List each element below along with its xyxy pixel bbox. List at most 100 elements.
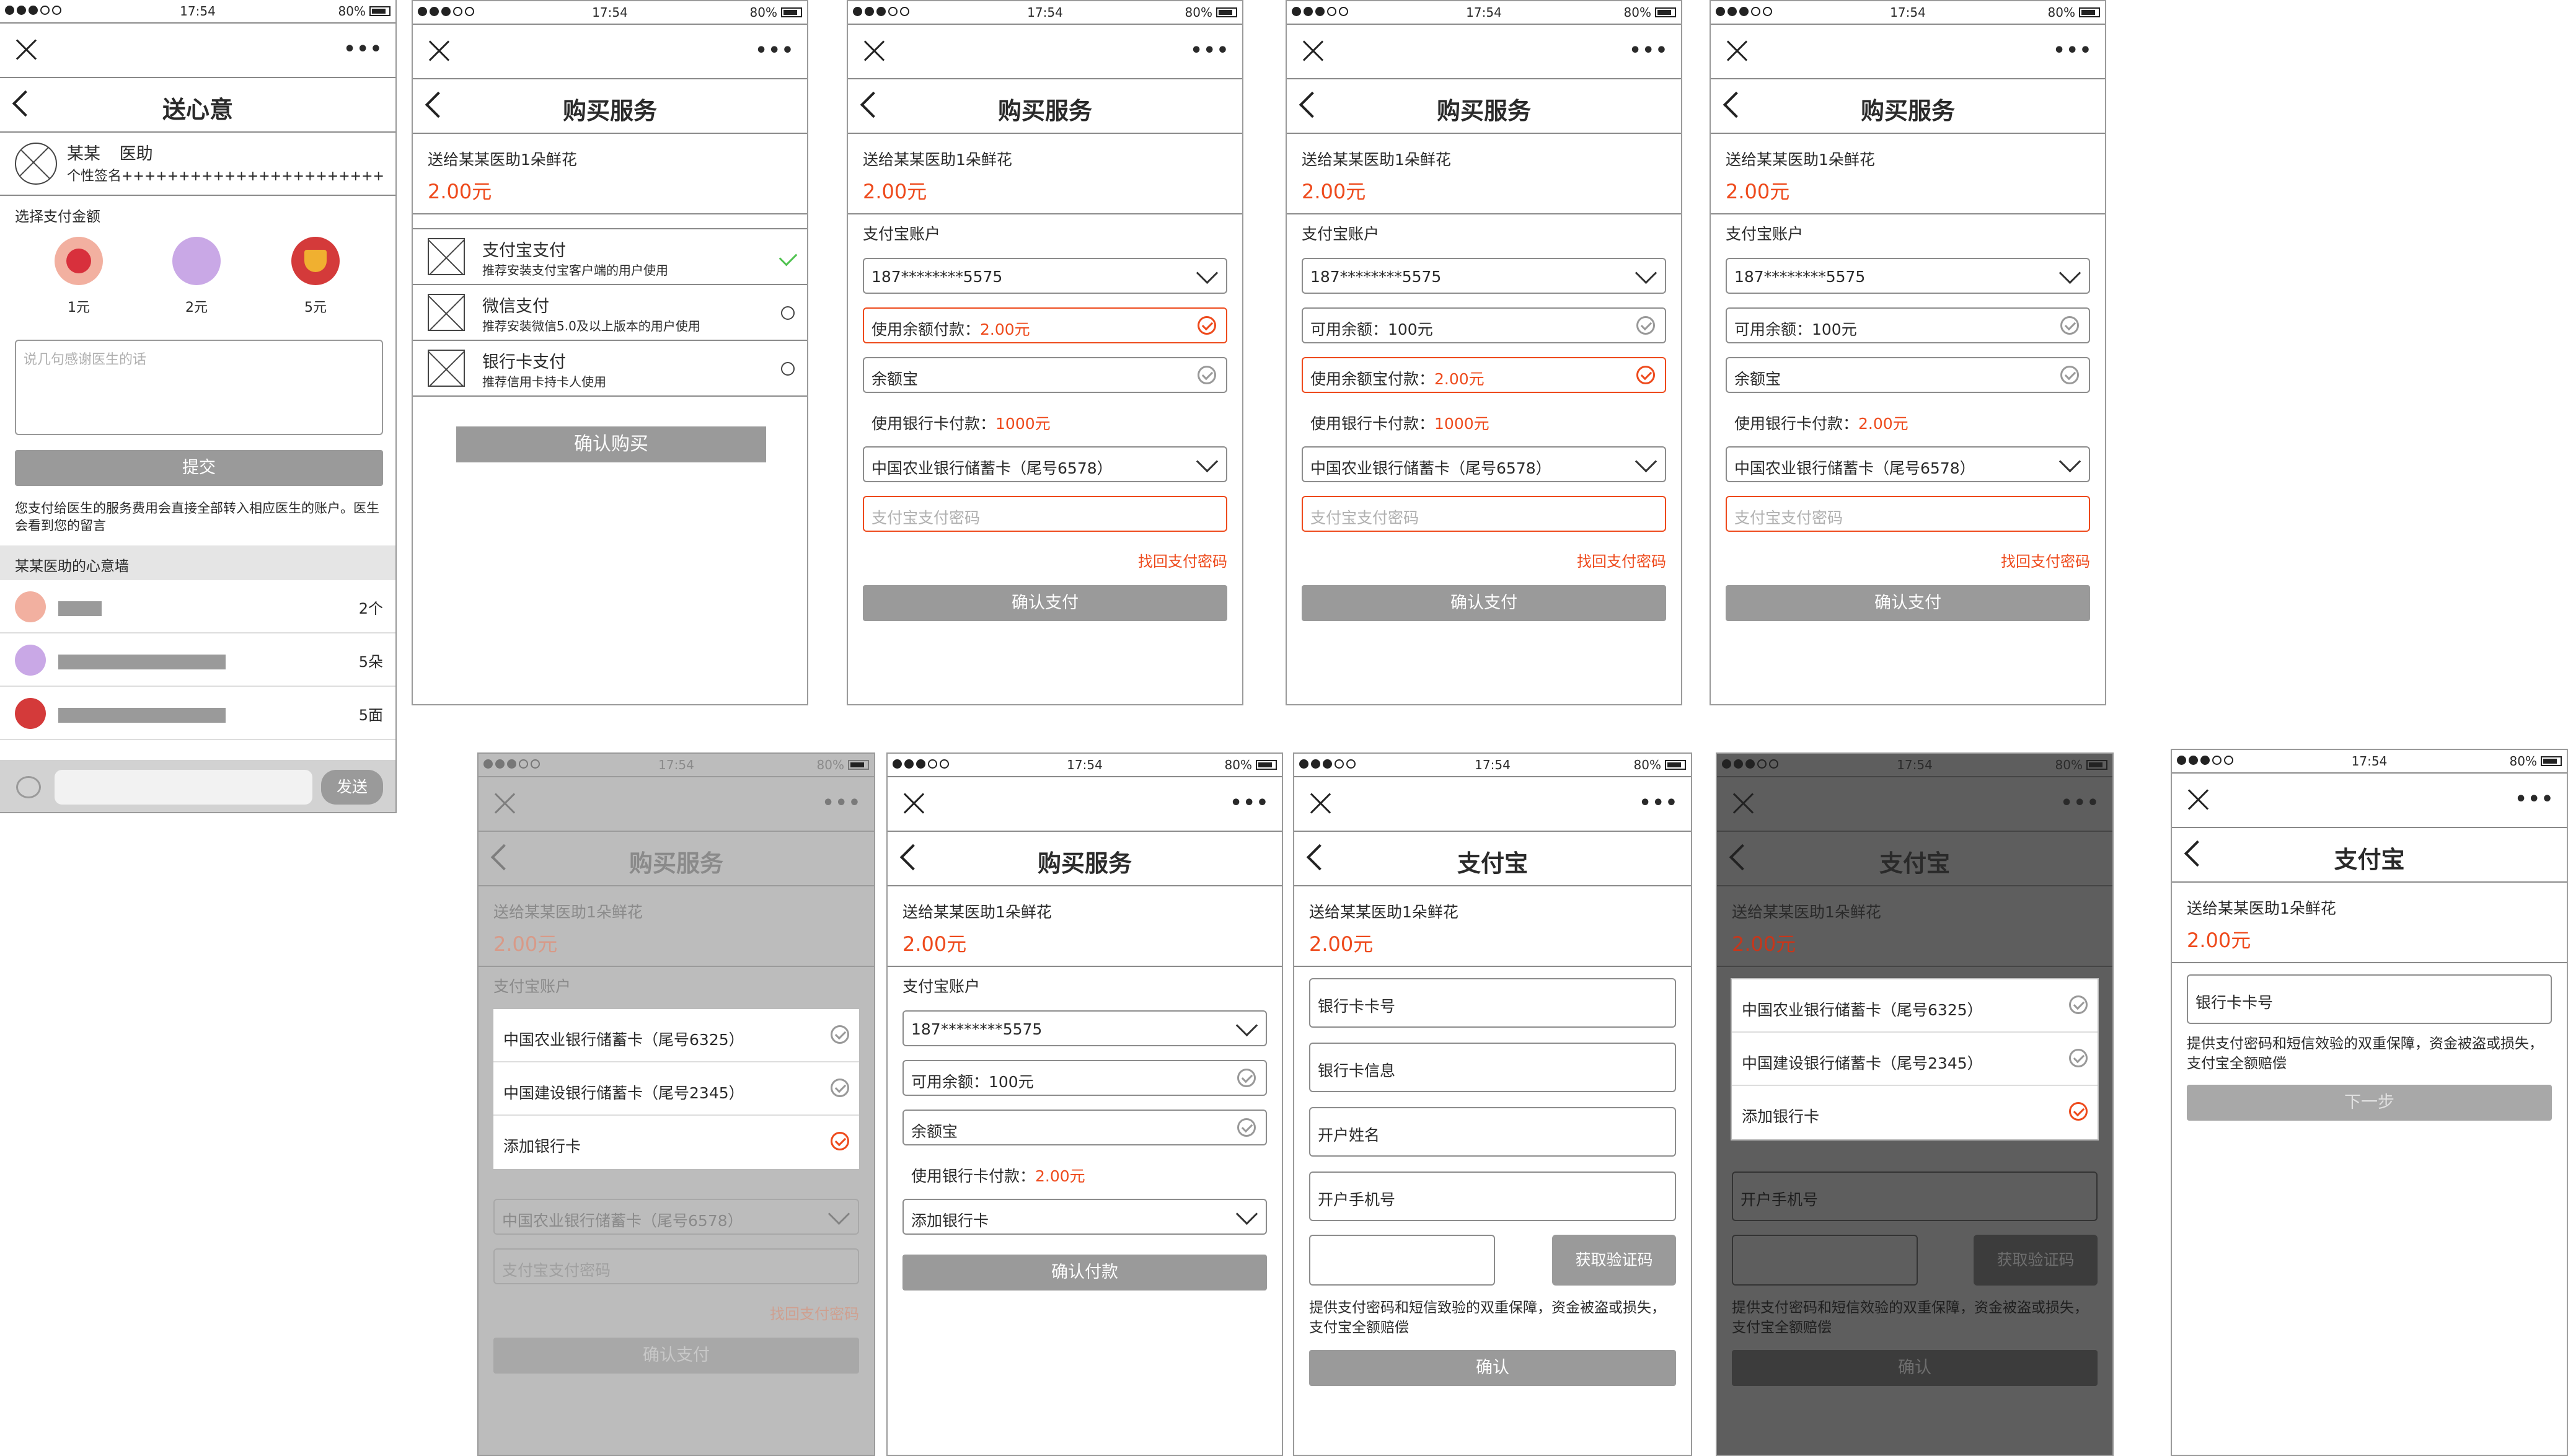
- more-icon[interactable]: •••: [755, 42, 795, 60]
- close-icon[interactable]: [1309, 792, 1331, 814]
- radio-icon[interactable]: [781, 306, 795, 320]
- yuebao-option[interactable]: 余额宝: [902, 1110, 1267, 1145]
- close-icon[interactable]: [493, 792, 516, 814]
- confirm-pay-button[interactable]: 确认支付: [493, 1338, 859, 1374]
- close-icon[interactable]: [1302, 40, 1324, 62]
- balance-option[interactable]: 可用余额：100元: [1302, 307, 1666, 343]
- phone-field[interactable]: 开户手机号: [1732, 1171, 2098, 1221]
- close-icon[interactable]: [1726, 40, 1748, 62]
- card-select[interactable]: 中国农业银行储蓄卡（尾号6578）: [1726, 446, 2090, 482]
- radio-icon[interactable]: [781, 362, 795, 376]
- card-option-label: 中国农业银行储蓄卡（尾号6325）: [503, 1031, 744, 1049]
- order-line: 送给某某医助1朵鲜花: [1732, 903, 1881, 921]
- account-select[interactable]: 187********5575: [1726, 258, 2090, 294]
- gift-option-1[interactable]: 1元: [55, 237, 103, 315]
- chevron-down-icon: [2058, 450, 2081, 473]
- card-option-label: 中国建设银行储蓄卡（尾号2345）: [503, 1084, 744, 1102]
- more-icon[interactable]: •••: [1190, 42, 1230, 60]
- card-number-field[interactable]: 银行卡卡号: [2187, 974, 2552, 1024]
- method-bankcard[interactable]: 银行卡支付 推荐信用卡持卡人使用: [413, 341, 807, 397]
- close-icon[interactable]: [902, 792, 925, 814]
- confirm-button[interactable]: 确认: [1309, 1350, 1676, 1386]
- more-icon[interactable]: •••: [2060, 794, 2100, 813]
- method-alipay[interactable]: 支付宝支付 推荐安装支付宝客户端的用户使用: [413, 229, 807, 285]
- password-input[interactable]: 支付宝支付密码: [1726, 496, 2090, 532]
- gift-option-3[interactable]: 5元: [291, 237, 340, 315]
- card-number-field[interactable]: 银行卡卡号: [1309, 978, 1676, 1028]
- password-input[interactable]: 支付宝支付密码: [863, 496, 1227, 532]
- status-time: 17:54: [1475, 757, 1511, 772]
- code-input[interactable]: [1309, 1235, 1495, 1286]
- more-icon[interactable]: •••: [2515, 790, 2554, 809]
- yuebao-option[interactable]: 余额宝: [863, 357, 1227, 393]
- card-popup: 中国农业银行储蓄卡（尾号6325） 中国建设银行储蓄卡（尾号2345） 添加银行…: [1731, 978, 2099, 1141]
- phone-field[interactable]: 开户手机号: [1309, 1171, 1676, 1221]
- card-select[interactable]: 中国农业银行储蓄卡（尾号6578）: [493, 1199, 859, 1235]
- forgot-password-link[interactable]: 找回支付密码: [1138, 549, 1227, 571]
- confirm-pay-button[interactable]: 确认支付: [1302, 585, 1666, 621]
- forgot-password-link[interactable]: 找回支付密码: [770, 1302, 859, 1323]
- balance-option[interactable]: 可用余额：100元: [902, 1060, 1267, 1096]
- submit-button[interactable]: 提交: [15, 450, 383, 486]
- title-bar: 支付宝: [1294, 831, 1691, 886]
- card-option[interactable]: 添加银行卡: [493, 1116, 859, 1169]
- screen-alipay-choose-card: 17:54 80% ••• 支付宝 送给某某医助1朵鲜花 2.00元 中国农业银行…: [1716, 752, 2114, 1456]
- method-name: 支付宝支付: [482, 241, 566, 260]
- message-input[interactable]: 说几句感谢医生的话: [15, 340, 383, 435]
- get-code-button[interactable]: 获取验证码: [1552, 1235, 1676, 1286]
- confirm-payment-button[interactable]: 确认付款: [902, 1255, 1267, 1291]
- send-button[interactable]: 发送: [321, 770, 383, 805]
- confirm-button[interactable]: 确认: [1732, 1350, 2098, 1386]
- account-select[interactable]: 187********5575: [863, 258, 1227, 294]
- close-icon[interactable]: [1732, 792, 1754, 814]
- confirm-pay-button[interactable]: 确认支付: [1726, 585, 2090, 621]
- more-icon[interactable]: •••: [2053, 42, 2093, 60]
- card-info-field[interactable]: 银行卡信息: [1309, 1043, 1676, 1092]
- bank-pay-value: 2.00元: [1858, 415, 1908, 433]
- code-input[interactable]: [1732, 1235, 1918, 1286]
- more-icon[interactable]: •••: [1230, 794, 1269, 813]
- account-value: 187********5575: [911, 1020, 1043, 1038]
- card-option[interactable]: 中国农业银行储蓄卡（尾号6325）: [493, 1009, 859, 1062]
- close-icon[interactable]: [863, 40, 885, 62]
- yuebao-option[interactable]: 使用余额宝付款：2.00元: [1302, 357, 1666, 393]
- forgot-password-link[interactable]: 找回支付密码: [2001, 549, 2090, 571]
- doctor-signature: 个性签名+++++++++++++++++++++++: [67, 169, 384, 184]
- forgot-password-link[interactable]: 找回支付密码: [1577, 549, 1666, 571]
- gift-option-2[interactable]: 2元: [172, 237, 221, 315]
- more-icon[interactable]: •••: [822, 794, 862, 813]
- order-summary: 送给某某医助1朵鲜花 2.00元: [2172, 881, 2567, 963]
- account-select[interactable]: 187********5575: [1302, 258, 1666, 294]
- account-select[interactable]: 187********5575: [902, 1010, 1267, 1046]
- password-input[interactable]: 支付宝支付密码: [1302, 496, 1666, 532]
- balance-option[interactable]: 可用余额：100元: [1726, 307, 2090, 343]
- card-option[interactable]: 添加银行卡: [1732, 1086, 2098, 1139]
- more-icon[interactable]: •••: [1639, 794, 1679, 813]
- close-icon[interactable]: [428, 40, 450, 62]
- card-option[interactable]: 中国农业银行储蓄卡（尾号6325）: [1732, 979, 2098, 1033]
- close-icon[interactable]: [15, 38, 37, 61]
- password-input[interactable]: 支付宝支付密码: [493, 1248, 859, 1284]
- holder-name-field[interactable]: 开户姓名: [1309, 1107, 1676, 1157]
- more-icon[interactable]: •••: [343, 40, 383, 59]
- balance-option[interactable]: 使用余额付款：2.00元: [863, 307, 1227, 343]
- card-select[interactable]: 中国农业银行储蓄卡（尾号6578）: [1302, 446, 1666, 482]
- card-option[interactable]: 中国建设银行储蓄卡（尾号2345）: [493, 1062, 859, 1116]
- camera-icon[interactable]: [16, 776, 41, 798]
- card-select[interactable]: 添加银行卡: [902, 1199, 1267, 1235]
- card-select[interactable]: 中国农业银行储蓄卡（尾号6578）: [863, 446, 1227, 482]
- status-bar: 17:54 80%: [413, 1, 807, 25]
- confirm-purchase-button[interactable]: 确认购买: [456, 426, 766, 462]
- yuebao-option[interactable]: 余额宝: [1726, 357, 2090, 393]
- chevron-down-icon: [1196, 262, 1219, 285]
- next-button[interactable]: 下一步: [2187, 1085, 2552, 1121]
- method-wechat[interactable]: 微信支付 推荐安装微信5.0及以上版本的用户使用: [413, 285, 807, 341]
- status-time: 17:54: [658, 757, 694, 772]
- gift-label: 1元: [68, 300, 90, 315]
- card-option[interactable]: 中国建设银行储蓄卡（尾号2345）: [1732, 1033, 2098, 1086]
- confirm-pay-button[interactable]: 确认支付: [863, 585, 1227, 621]
- chat-input[interactable]: [55, 770, 312, 805]
- more-icon[interactable]: •••: [1629, 42, 1669, 60]
- close-icon[interactable]: [2187, 788, 2209, 811]
- get-code-button[interactable]: 获取验证码: [1974, 1235, 2098, 1286]
